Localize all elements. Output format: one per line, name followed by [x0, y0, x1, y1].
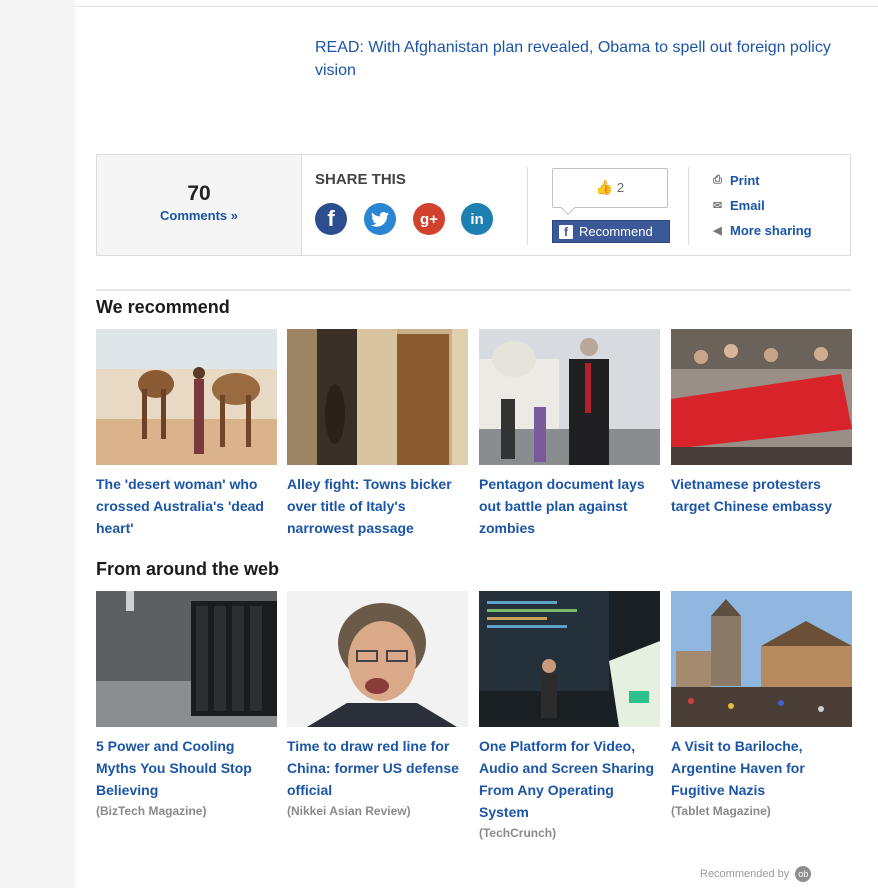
we-recommend-heading: We recommend — [96, 297, 230, 317]
more-sharing-link[interactable]: ◀ More sharing — [711, 218, 812, 243]
card-source: (TechCrunch) — [479, 826, 557, 840]
thumbs-up-icon: 👍 — [595, 179, 614, 195]
card-source: (Tablet Magazine) — [671, 804, 771, 818]
recommend-card[interactable]: Pentagon document lays out battle plan a… — [479, 329, 660, 539]
recommended-by[interactable]: Recommended by ob — [700, 866, 812, 882]
left-gutter — [0, 0, 75, 888]
like-count: 2 — [616, 180, 625, 195]
share-title: SHARE THIS — [315, 171, 406, 188]
card-source: (Nikkei Asian Review) — [287, 804, 411, 818]
divider — [688, 167, 689, 245]
share-icon: ◀ — [713, 225, 722, 237]
card-title[interactable]: One Platform for Video, Audio and Screen… — [479, 735, 660, 823]
card-title[interactable]: A Visit to Bariloche, Argentine Haven fo… — [671, 735, 852, 801]
facebook-icon[interactable]: f — [315, 203, 347, 235]
thumbnail-alley — [287, 329, 468, 465]
thumbnail-desert-camels — [96, 329, 277, 465]
section-divider — [96, 289, 851, 291]
thumbnail-man-portrait — [287, 591, 468, 727]
recommend-card[interactable]: Vietnamese protesters target Chinese emb… — [671, 329, 852, 517]
sponsored-card[interactable]: One Platform for Video, Audio and Screen… — [479, 591, 660, 843]
outbrain-logo-icon: ob — [795, 866, 812, 882]
thumbnail-protest — [671, 329, 852, 465]
printer-icon: ⎙ — [713, 174, 722, 186]
facebook-logo-icon: f — [559, 224, 573, 239]
around-the-web-heading: From around the web — [96, 559, 280, 579]
more-sharing-label: More sharing — [730, 223, 812, 238]
email-label: Email — [730, 198, 765, 213]
comments-count: 70 — [187, 182, 211, 205]
thumbnail-bariloche-square — [671, 591, 852, 727]
comments-box[interactable]: 70 Comments » — [97, 155, 302, 255]
email-link[interactable]: ✉ Email — [711, 193, 812, 218]
card-source: (BizTech Magazine) — [96, 804, 207, 818]
card-title[interactable]: Alley fight: Towns bicker over title of … — [287, 473, 468, 539]
comments-link[interactable]: Comments » — [97, 208, 301, 223]
card-title[interactable]: The 'desert woman' who crossed Australia… — [96, 473, 277, 539]
thumbnail-presenter-screen — [479, 591, 660, 727]
sponsored-card[interactable]: Time to draw red line for China: former … — [287, 591, 468, 821]
linkedin-icon[interactable]: in — [461, 203, 493, 235]
recommend-label: Recommend — [579, 224, 653, 239]
twitter-bird-icon — [371, 211, 389, 227]
twitter-icon[interactable] — [364, 203, 396, 235]
read-article-link[interactable]: READ: With Afghanistan plan revealed, Ob… — [315, 36, 845, 82]
facebook-recommend-button[interactable]: f Recommend — [552, 220, 670, 243]
divider — [527, 167, 528, 245]
sponsored-card[interactable]: 5 Power and Cooling Myths You Should Sto… — [96, 591, 277, 821]
share-panel: 70 Comments » SHARE THIS f g+ in 👍 2 f R… — [96, 154, 851, 256]
top-divider — [75, 6, 878, 7]
recommend-card[interactable]: The 'desert woman' who crossed Australia… — [96, 329, 277, 539]
print-label: Print — [730, 173, 760, 188]
thumbnail-zombie-capitol — [479, 329, 660, 465]
sponsored-card[interactable]: A Visit to Bariloche, Argentine Haven fo… — [671, 591, 852, 821]
card-title[interactable]: Vietnamese protesters target Chinese emb… — [671, 473, 852, 517]
recommended-by-label: Recommended by — [700, 868, 790, 880]
thumbnail-server-room — [96, 591, 277, 727]
like-count-box[interactable]: 👍 2 — [552, 168, 668, 208]
share-links: ⎙ Print ✉ Email ◀ More sharing — [711, 168, 812, 243]
email-icon: ✉ — [712, 200, 723, 212]
recommend-card[interactable]: Alley fight: Towns bicker over title of … — [287, 329, 468, 539]
google-plus-icon[interactable]: g+ — [413, 203, 445, 235]
print-link[interactable]: ⎙ Print — [711, 168, 812, 193]
card-title[interactable]: Pentagon document lays out battle plan a… — [479, 473, 660, 539]
card-title[interactable]: Time to draw red line for China: former … — [287, 735, 468, 801]
card-title[interactable]: 5 Power and Cooling Myths You Should Sto… — [96, 735, 277, 801]
